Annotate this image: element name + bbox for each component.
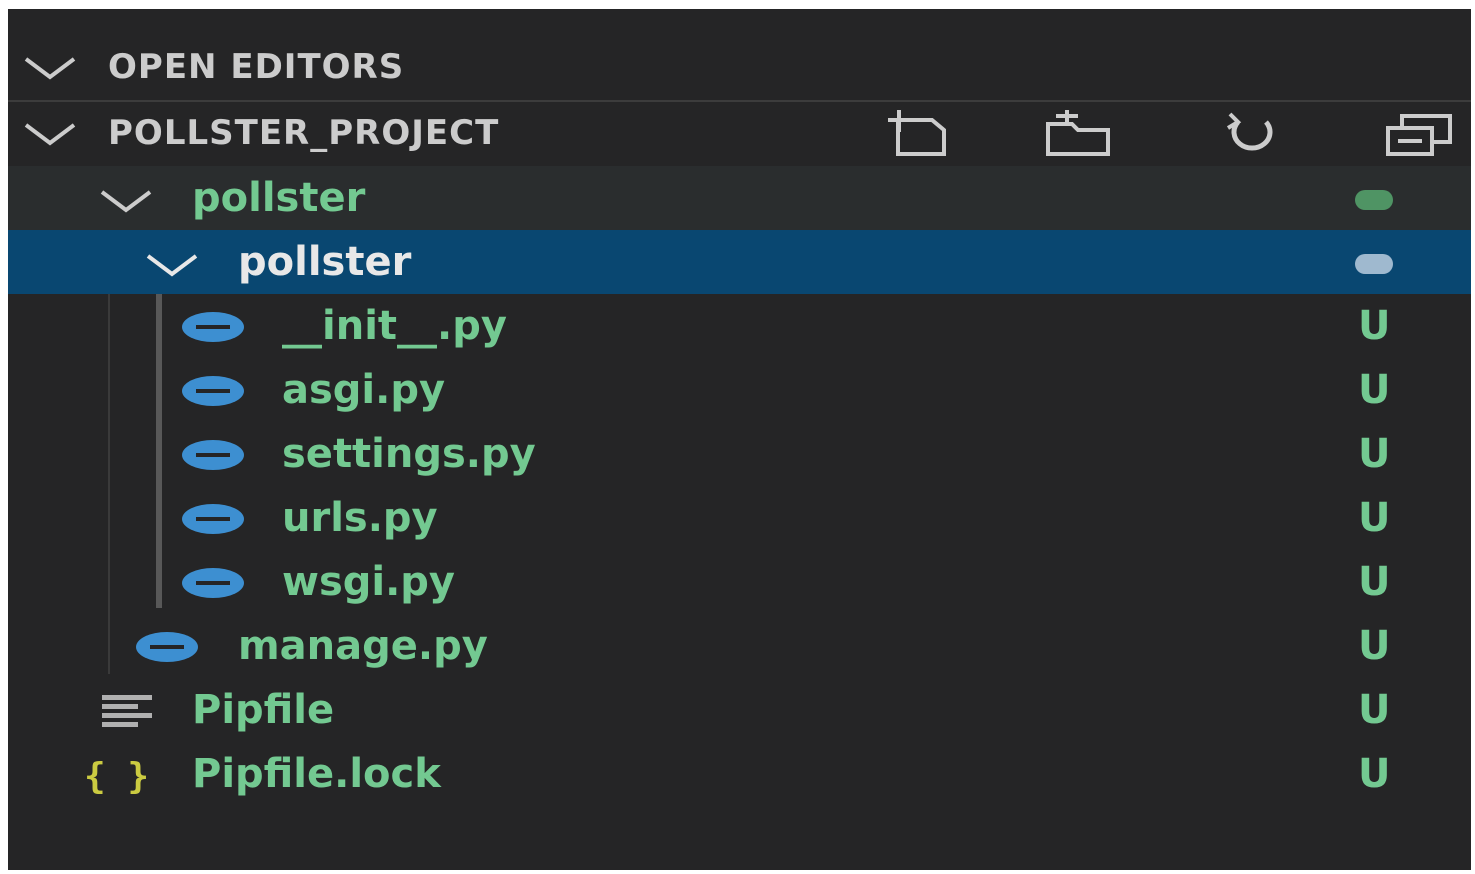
python-icon bbox=[182, 504, 244, 534]
tree-file-asgi[interactable]: asgi.py U bbox=[8, 358, 1471, 422]
open-editors-title: OPEN EDITORS bbox=[108, 47, 405, 87]
svg-text:{ }: { } bbox=[84, 756, 149, 796]
untracked-badge: U bbox=[1358, 303, 1391, 349]
tree-file-pipfile[interactable]: Pipfile U bbox=[8, 678, 1471, 742]
tree-file-manage[interactable]: manage.py U bbox=[8, 614, 1471, 678]
untracked-badge: U bbox=[1358, 495, 1391, 541]
file-label: manage.py bbox=[238, 623, 488, 669]
new-file-icon[interactable] bbox=[884, 110, 956, 158]
refresh-icon[interactable] bbox=[1216, 110, 1288, 158]
chevron-down-icon bbox=[146, 254, 198, 277]
python-icon bbox=[136, 632, 198, 662]
file-label: urls.py bbox=[282, 495, 438, 541]
file-label: Pipfile bbox=[192, 687, 335, 733]
folder-label: pollster bbox=[238, 239, 412, 285]
open-editors-header[interactable]: OPEN EDITORS bbox=[8, 35, 1471, 99]
explorer-panel: OPEN EDITORS POLLSTER_PROJECT pollster p… bbox=[8, 9, 1471, 870]
tree-file-settings[interactable]: settings.py U bbox=[8, 422, 1471, 486]
untracked-badge: U bbox=[1358, 751, 1391, 797]
tree-file-pipfile-lock[interactable]: { } Pipfile.lock U bbox=[8, 742, 1471, 806]
project-title: POLLSTER_PROJECT bbox=[108, 113, 500, 153]
new-folder-icon[interactable] bbox=[1042, 110, 1114, 158]
tree-folder-pollster-inner[interactable]: pollster bbox=[8, 230, 1471, 294]
project-header[interactable]: POLLSTER_PROJECT bbox=[8, 100, 1471, 164]
file-label: wsgi.py bbox=[282, 559, 456, 605]
file-label: Pipfile.lock bbox=[192, 751, 441, 797]
untracked-badge: U bbox=[1358, 367, 1391, 413]
untracked-badge: U bbox=[1358, 431, 1391, 477]
tree-file-urls[interactable]: urls.py U bbox=[8, 486, 1471, 550]
lines-file-icon bbox=[102, 695, 152, 727]
python-icon bbox=[182, 376, 244, 406]
file-label: settings.py bbox=[282, 431, 536, 477]
untracked-badge: U bbox=[1358, 559, 1391, 605]
untracked-badge: U bbox=[1358, 687, 1391, 733]
modified-dot bbox=[1355, 254, 1393, 274]
chevron-down-icon bbox=[24, 123, 76, 146]
chevron-down-icon bbox=[100, 190, 152, 213]
file-label: __init__.py bbox=[282, 303, 507, 349]
folder-label: pollster bbox=[192, 175, 366, 221]
tree-file-wsgi[interactable]: wsgi.py U bbox=[8, 550, 1471, 614]
chevron-down-icon bbox=[24, 57, 76, 80]
tree-file-init[interactable]: __init__.py U bbox=[8, 294, 1471, 358]
tree-folder-pollster-outer[interactable]: pollster bbox=[8, 166, 1471, 230]
python-icon bbox=[182, 440, 244, 470]
python-icon bbox=[182, 568, 244, 598]
file-label: asgi.py bbox=[282, 367, 446, 413]
untracked-badge: U bbox=[1358, 623, 1391, 669]
modified-dot bbox=[1355, 190, 1393, 210]
collapse-all-icon[interactable] bbox=[1384, 110, 1456, 158]
json-braces-icon: { } bbox=[84, 756, 149, 796]
python-icon bbox=[182, 312, 244, 342]
